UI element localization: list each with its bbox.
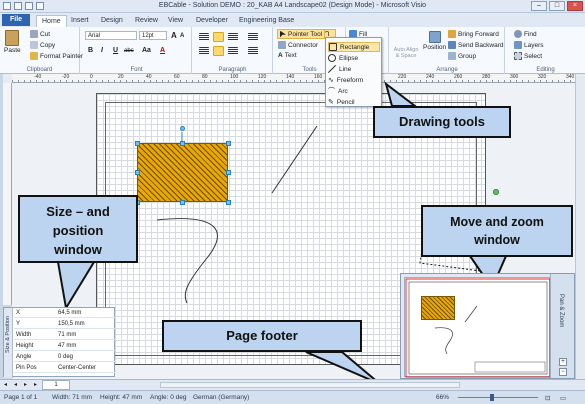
size-position-row[interactable]: Y 150,5 mm xyxy=(14,319,115,329)
pan-zoom-sidebar: Pan & Zoom + − xyxy=(550,274,574,378)
status-angle: Angle: 0 deg xyxy=(150,394,187,401)
zoom-level[interactable]: 66% xyxy=(436,394,449,401)
row-value[interactable]: 0 deg xyxy=(58,352,73,362)
preview-shapes xyxy=(405,278,551,378)
row-value[interactable]: 47 mm xyxy=(58,341,76,351)
pan-zoom-title: Pan & Zoom xyxy=(558,294,564,328)
status-language[interactable]: German (Germany) xyxy=(193,394,249,401)
size-position-row[interactable]: Pin Pos Center-Center xyxy=(14,363,115,373)
size-position-row[interactable]: Angle 0 deg xyxy=(14,352,115,362)
row-value[interactable]: 150,5 mm xyxy=(58,319,85,329)
drawing-tools-pointer xyxy=(384,81,418,107)
preview-page-border xyxy=(408,281,548,375)
full-screen-icon[interactable]: ▭ xyxy=(560,394,566,402)
callout-drawing-tools: Drawing tools xyxy=(373,106,511,138)
prev-page-button[interactable]: ◂ xyxy=(14,381,17,388)
pan-zoom-preview[interactable] xyxy=(404,277,551,378)
preview-curve xyxy=(434,327,453,355)
size-position-row[interactable]: X 64,5 mm xyxy=(14,308,115,318)
row-value[interactable]: Center-Center xyxy=(58,363,96,373)
status-height: Height: 47 mm xyxy=(100,394,143,401)
row-key: Pin Pos xyxy=(16,365,37,371)
zoom-slider[interactable] xyxy=(458,397,538,398)
status-bar: Page 1 of 1 Width: 71 mm Height: 47 mm A… xyxy=(0,390,585,404)
zoom-viewport[interactable] xyxy=(405,278,551,378)
size-position-pointer xyxy=(56,261,96,311)
status-width: Width: 71 mm xyxy=(52,394,93,401)
row-key: Width xyxy=(16,332,32,338)
zoom-in-button[interactable]: + xyxy=(559,358,567,366)
size-position-row[interactable]: Height 47 mm xyxy=(14,341,115,351)
preview-title-block xyxy=(474,361,546,373)
pan-zoom-window[interactable]: Pan & Zoom + − xyxy=(400,273,575,379)
size-position-window: Size & Position X 64,5 mm Y 150,5 mm Width… xyxy=(3,307,115,378)
row-key: X xyxy=(16,310,21,316)
next-page-button[interactable]: ▸ xyxy=(24,381,27,388)
size-position-title: Size & Position xyxy=(5,316,11,353)
size-position-row[interactable]: Width 71 mm xyxy=(14,330,115,340)
zoom-slider-thumb[interactable] xyxy=(490,394,494,401)
status-page[interactable]: Page 1 of 1 xyxy=(4,394,37,401)
size-position-sidebar: Size & Position xyxy=(4,308,13,378)
callout-move-zoom: Move and zoom window xyxy=(421,205,573,257)
row-value[interactable]: 71 mm xyxy=(58,330,76,340)
sheet-tab-bar: ◂ ◂ ▸ ▸ 1 xyxy=(0,379,585,390)
row-key: Y xyxy=(16,321,21,327)
last-page-button[interactable]: ▸ xyxy=(34,381,37,388)
first-page-button[interactable]: ◂ xyxy=(4,381,7,388)
horizontal-scrollbar[interactable] xyxy=(160,382,460,388)
zoom-out-button[interactable]: − xyxy=(559,368,567,376)
callout-size-position: Size – and position window xyxy=(18,195,138,263)
fit-page-icon[interactable]: ⊡ xyxy=(545,394,550,402)
page-tab-1[interactable]: 1 xyxy=(42,380,70,390)
preview-line xyxy=(464,305,478,323)
row-key: Angle xyxy=(16,354,32,360)
callout-page-footer: Page footer xyxy=(162,320,362,352)
row-key: Height xyxy=(16,343,34,349)
row-value[interactable]: 64,5 mm xyxy=(58,308,81,318)
